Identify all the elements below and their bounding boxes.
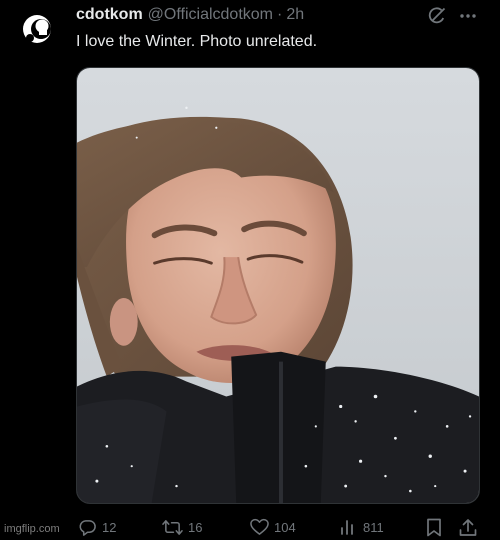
reply-count: 12: [102, 519, 117, 535]
views-button[interactable]: 811: [340, 514, 384, 540]
views-icon: [341, 520, 353, 535]
reply-button[interactable]: 12: [78, 514, 116, 540]
separator: ·: [277, 6, 283, 23]
watermark: imgflip.com: [4, 523, 60, 535]
share-button[interactable]: [459, 514, 482, 540]
views-count: 811: [363, 519, 384, 535]
action-bar: 12 16 104 811: [0, 514, 500, 540]
reply-icon: [79, 519, 96, 536]
tweet-text: I love the Winter. Photo unrelated.: [76, 33, 318, 50]
tweet[interactable]: cdotkom @Officialcdotkom · 2h I love the…: [0, 0, 500, 540]
like-icon: [250, 518, 269, 535]
grok-icon[interactable]: [427, 6, 447, 26]
avatar[interactable]: [19, 8, 59, 48]
tweet-header: cdotkom @Officialcdotkom · 2h: [76, 4, 304, 26]
avatar-logo-icon: [19, 8, 59, 48]
repost-button[interactable]: 16: [162, 514, 202, 540]
repost-count: 16: [188, 519, 203, 535]
bookmark-icon: [427, 518, 441, 536]
like-count: 104: [274, 519, 296, 535]
like-button[interactable]: 104: [250, 514, 296, 540]
more-icon[interactable]: [458, 6, 478, 26]
author-handle[interactable]: @Officialcdotkom: [148, 6, 273, 24]
timestamp[interactable]: 2h: [286, 6, 304, 24]
author-name[interactable]: cdotkom: [76, 6, 143, 24]
tweet-media-photo[interactable]: [76, 67, 480, 504]
photo-of-man-in-snow-icon: [77, 68, 479, 503]
bookmark-button[interactable]: [426, 514, 447, 540]
repost-icon: [162, 519, 183, 535]
share-icon: [459, 518, 477, 536]
